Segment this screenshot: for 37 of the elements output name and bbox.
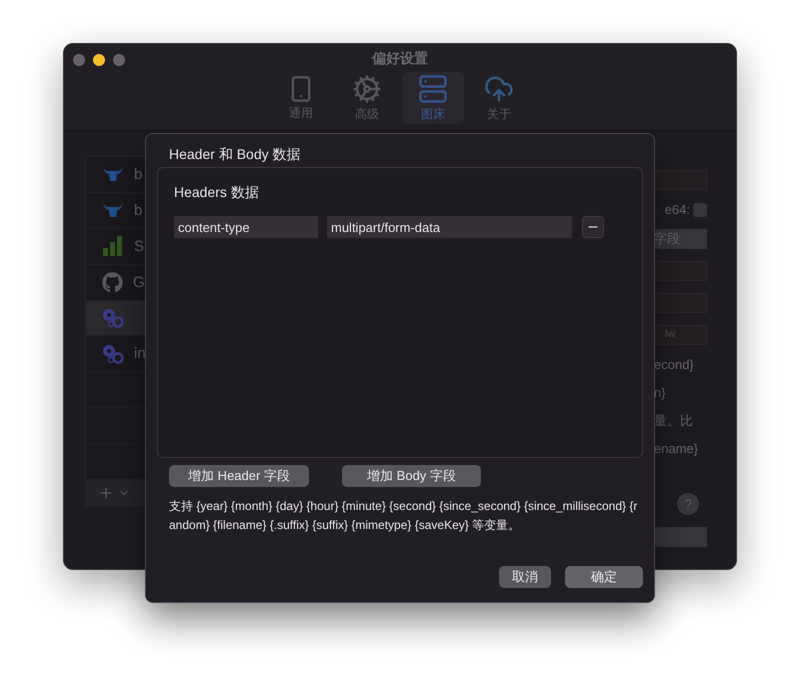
add-field-button[interactable]: 增加 Body 字段 <box>342 465 481 487</box>
gear-icon <box>352 74 382 104</box>
checkbox-label: e64: <box>664 202 690 217</box>
text-field[interactable] <box>654 170 707 190</box>
add-field-button[interactable]: 增加 Header 字段 <box>169 465 309 487</box>
window-title: 偏好设置 <box>372 50 428 68</box>
pane-button[interactable] <box>654 527 707 547</box>
hint-text-fragment: 量。比 <box>654 413 693 429</box>
remove-button[interactable] <box>582 216 604 238</box>
checkbox[interactable] <box>693 202 707 216</box>
cloud-upload-icon <box>484 74 514 104</box>
toolbar-tab[interactable]: 图床 <box>402 72 464 124</box>
bull-head-icon <box>102 201 124 220</box>
window-control[interactable] <box>93 54 105 66</box>
octocat-icon <box>102 272 123 293</box>
header-key-field[interactable]: content-type <box>174 216 318 238</box>
text-field[interactable] <box>654 261 707 281</box>
gears-icon <box>102 344 124 364</box>
add-icon[interactable] <box>98 484 114 501</box>
toolbar-tab[interactable]: 关于 <box>468 72 530 124</box>
toolbar-tab[interactable]: 通用 <box>270 72 332 124</box>
hint-text-fragment: n} <box>654 385 666 401</box>
header-value-field[interactable]: multipart/form-data <box>327 216 572 238</box>
hint-text-fragment: econd} <box>654 357 694 373</box>
server-icon <box>418 74 448 104</box>
signal-bars-icon <box>102 236 124 256</box>
gears-icon <box>102 308 124 328</box>
group-title: Headers 数据 <box>174 184 260 202</box>
hint-text-fragment: ename} <box>654 441 698 457</box>
bull-head-icon <box>102 165 124 184</box>
help-button[interactable]: ? <box>677 493 699 515</box>
toolbar-tab[interactable]: 高级 <box>336 72 398 124</box>
confirm-button[interactable]: 确定 <box>565 566 643 588</box>
dialog-title: Header 和 Body 数据 <box>168 146 302 163</box>
cancel-button[interactable]: 取消 <box>499 566 551 588</box>
text-field[interactable] <box>654 293 707 313</box>
variables-hint: 支持 {year} {month} {day} {hour} {minute} {second} {since_second} {since_millisecond} {random} {filename} {.suffix} {suffix} {mimetype} {saveKey} 等变量。 <box>169 498 638 534</box>
